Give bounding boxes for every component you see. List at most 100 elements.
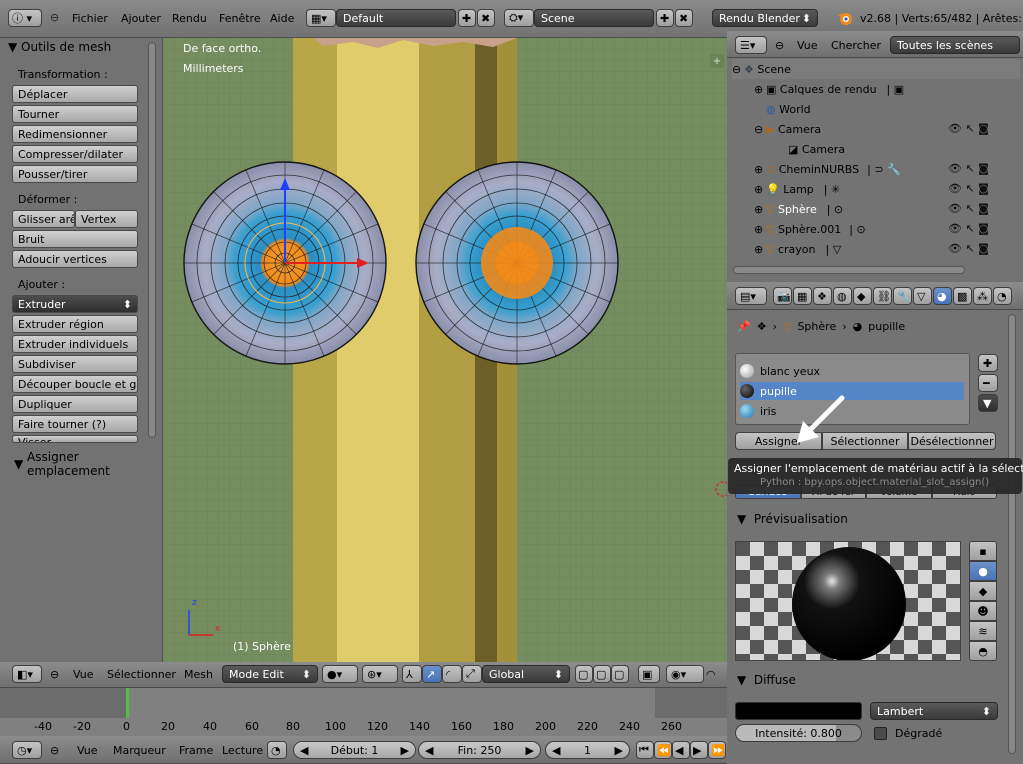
material-tab-icon[interactable]: ◕ bbox=[933, 287, 952, 305]
add-screen-button[interactable]: ✚ bbox=[458, 9, 476, 27]
jump-start-button[interactable]: ⏮ bbox=[636, 741, 654, 759]
proportional-edit-dropdown[interactable]: ◉▾ bbox=[666, 665, 704, 683]
extrude-individual-button[interactable]: Extruder individuels bbox=[12, 335, 138, 353]
object-tab-icon[interactable]: ◆ bbox=[853, 287, 872, 305]
mode-dropdown[interactable]: Mode Edit ⬍ bbox=[222, 665, 318, 683]
loop-cut-button[interactable]: Découper boucle et glis bbox=[12, 375, 138, 393]
particles-tab-icon[interactable]: ⁂ bbox=[973, 287, 992, 305]
spin-button[interactable]: Faire tourner (?) bbox=[12, 415, 138, 433]
collapse-icon[interactable]: ⊖ bbox=[50, 11, 59, 24]
jump-key-back-button[interactable]: ⏪ bbox=[654, 741, 672, 759]
physics-tab-icon[interactable]: ◔ bbox=[993, 287, 1012, 305]
viewport[interactable]: De face ortho. Millimeters z x (1) Sphèr… bbox=[163, 38, 727, 662]
add-scene-button[interactable]: ✚ bbox=[656, 9, 674, 27]
visibility-eye-icon[interactable]: 👁 ↖ ◙ bbox=[948, 119, 1008, 139]
scene-icon-button[interactable]: ⛭▾ bbox=[504, 9, 534, 27]
render-layers-tab-icon[interactable]: ▦ bbox=[793, 287, 812, 305]
outliner-row-scene[interactable]: ⊖ ❖ Scene bbox=[732, 59, 1020, 79]
scene-tab-icon[interactable]: ❖ bbox=[813, 287, 832, 305]
rotate-button[interactable]: Tourner bbox=[12, 105, 138, 123]
properties-scrollbar[interactable] bbox=[1008, 314, 1016, 754]
render-engine-dropdown[interactable]: Rendu Blender ⬍ bbox=[712, 9, 818, 27]
remove-screen-button[interactable]: ✖ bbox=[477, 9, 495, 27]
diffuse-intensity-slider[interactable]: Intensité: 0.800 bbox=[735, 724, 862, 742]
jump-key-forward-button[interactable]: ⏩ bbox=[708, 741, 726, 759]
outliner-menu-vue[interactable]: Vue bbox=[797, 39, 818, 52]
vertex-slide-button[interactable]: Vertex bbox=[75, 210, 138, 228]
duplicate-button[interactable]: Dupliquer bbox=[12, 395, 138, 413]
viewport-menu-select[interactable]: Sélectionner bbox=[107, 668, 176, 681]
menu-fenetre[interactable]: Fenêtre bbox=[219, 12, 261, 25]
diffuse-shader-dropdown[interactable]: Lambert ⬍ bbox=[870, 702, 998, 720]
menu-ajouter[interactable]: Ajouter bbox=[121, 12, 161, 25]
data-tab-icon[interactable]: ▽ bbox=[913, 287, 932, 305]
outliner-hscrollbar[interactable] bbox=[733, 266, 965, 274]
tool-shelf-scrollbar[interactable] bbox=[148, 42, 156, 438]
modifiers-tab-icon[interactable]: 🔧 bbox=[893, 287, 912, 305]
outliner-row-render-layers[interactable]: ⊕ ▣ Calques de rendu | ▣ bbox=[732, 79, 1020, 99]
subdivide-button[interactable]: Subdiviser bbox=[12, 355, 138, 373]
constraints-tab-icon[interactable]: ⛓ bbox=[873, 287, 892, 305]
timeline-collapse-icon[interactable]: ⊖ bbox=[50, 744, 59, 757]
smooth-vertex-button[interactable]: Adoucir vertices bbox=[12, 250, 138, 268]
visibility-eye-icon[interactable]: 👁 ↖ ◙ bbox=[948, 239, 1008, 259]
timeline-menu-marqueur[interactable]: Marqueur bbox=[113, 744, 166, 757]
editor-type-button[interactable]: ⓘ ▾ bbox=[8, 9, 42, 27]
timeline-menu-vue[interactable]: Vue bbox=[77, 744, 98, 757]
outliner-collapse-icon[interactable]: ⊖ bbox=[775, 39, 784, 52]
edge-slide-button[interactable]: Glisser arê bbox=[12, 210, 75, 228]
ramp-checkbox[interactable] bbox=[874, 727, 887, 740]
noise-button[interactable]: Bruit bbox=[12, 230, 138, 248]
preview-hair-icon[interactable]: ≋ bbox=[969, 621, 997, 641]
timeline-current-frame[interactable] bbox=[126, 688, 129, 718]
properties-region-toggle-icon[interactable]: + bbox=[710, 54, 724, 68]
visibility-eye-icon[interactable]: 👁 ↖ ◙ bbox=[948, 159, 1008, 179]
texture-tab-icon[interactable]: ▩ bbox=[953, 287, 972, 305]
menu-fichier[interactable]: Fichier bbox=[72, 12, 108, 25]
shrink-fatten-button[interactable]: Compresser/dilater bbox=[12, 145, 138, 163]
visibility-eye-icon[interactable]: 👁 ↖ ◙ bbox=[948, 219, 1008, 239]
pin-icon[interactable]: 📌 bbox=[737, 320, 751, 333]
material-slot[interactable]: blanc yeux bbox=[740, 362, 964, 380]
diffuse-panel-header[interactable]: ▼ Diffuse bbox=[737, 673, 997, 687]
extrude-dropdown[interactable]: Extruder ⬍ bbox=[12, 295, 138, 313]
preview-sky-icon[interactable]: ◓ bbox=[969, 641, 997, 661]
manipulator-toggle[interactable]: ⅄ bbox=[402, 665, 422, 683]
preview-range-button[interactable]: ◔ bbox=[267, 741, 287, 759]
pivot-dropdown[interactable]: ⊛▾ bbox=[362, 665, 398, 683]
viewport-menu-vue[interactable]: Vue bbox=[73, 668, 94, 681]
outliner-row-world[interactable]: ◍ World bbox=[732, 99, 1020, 119]
end-frame-field[interactable]: ◀ Fin: 250 ▶ bbox=[418, 741, 541, 759]
slot-specials-button[interactable]: ▼ bbox=[978, 394, 998, 412]
remove-scene-button[interactable]: ✖ bbox=[675, 9, 693, 27]
push-pull-button[interactable]: Pousser/tirer bbox=[12, 165, 138, 183]
current-frame-field[interactable]: ◀ 1 ▶ bbox=[545, 741, 630, 759]
face-select-button[interactable]: ▢ bbox=[611, 665, 629, 683]
menu-rendu[interactable]: Rendu bbox=[172, 12, 207, 25]
vertex-select-button[interactable]: ▢ bbox=[575, 665, 593, 683]
edge-select-button[interactable]: ▢ bbox=[593, 665, 611, 683]
add-slot-button[interactable]: ✚ bbox=[978, 354, 998, 372]
start-frame-field[interactable]: ◀ Début: 1 ▶ bbox=[293, 741, 416, 759]
play-reverse-button[interactable]: ◀ bbox=[672, 741, 690, 759]
outliner-menu-chercher[interactable]: Chercher bbox=[831, 39, 881, 52]
preview-cube-icon[interactable]: ◆ bbox=[969, 581, 997, 601]
timeline-menu-lecture[interactable]: Lecture bbox=[222, 744, 263, 757]
orientation-dropdown[interactable]: Global ⬍ bbox=[482, 665, 570, 683]
outliner-display-dropdown[interactable]: Toutes les scènes bbox=[890, 36, 1020, 54]
timeline-editor-type-button[interactable]: ◷▾ bbox=[12, 741, 42, 759]
viewport-menu-mesh[interactable]: Mesh bbox=[184, 668, 213, 681]
preview-flat-icon[interactable]: ▪ bbox=[969, 541, 997, 561]
preview-sphere-icon[interactable]: ● bbox=[969, 561, 997, 581]
remove-slot-button[interactable]: ━ bbox=[978, 374, 998, 392]
assign-panel-header[interactable]: ▼ Assigner emplacement bbox=[14, 450, 162, 478]
visibility-eye-icon[interactable]: 👁 ↖ ◙ bbox=[948, 179, 1008, 199]
timeline-menu-frame[interactable]: Frame bbox=[179, 744, 213, 757]
scale-manipulator-button[interactable]: ⤢ bbox=[462, 665, 482, 683]
scene-field[interactable]: Scene bbox=[534, 9, 654, 27]
translate-manipulator-button[interactable]: ↗ bbox=[422, 665, 442, 683]
falloff-icon[interactable]: ◠ bbox=[706, 668, 716, 681]
preview-monkey-icon[interactable]: ☻ bbox=[969, 601, 997, 621]
render-tab-icon[interactable]: 📷 bbox=[773, 287, 792, 305]
diffuse-color-swatch[interactable] bbox=[735, 702, 862, 720]
